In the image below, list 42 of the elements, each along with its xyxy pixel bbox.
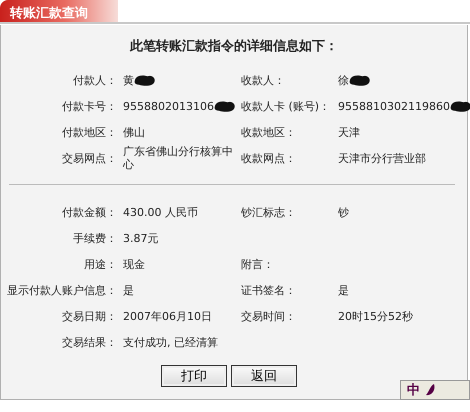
field-value: 支付成功, 已经清算 [123, 336, 218, 348]
ime-mode[interactable]: 中 [407, 381, 420, 399]
panel-heading: 此笔转账汇款指令的详细信息如下： [128, 38, 339, 55]
field-label: 交易网点： [61, 152, 118, 164]
field-value: 钞 [338, 206, 349, 218]
field-value: 是 [338, 284, 349, 296]
field-label: 交易结果： [61, 336, 118, 348]
field-label: 收款网点： [240, 152, 297, 164]
field-value: 天津市分行营业部 [338, 152, 426, 164]
field-label: 手续费： [72, 232, 118, 244]
field-label: 付款人： [72, 74, 118, 86]
field-label: 用途： [83, 258, 118, 270]
field-label: 显示付款人账户信息： [6, 284, 118, 296]
field-value: 广东省佛山分行核算中心 [123, 145, 234, 171]
field-value: 20时15分52秒 [338, 310, 413, 322]
field-value: 黄 [123, 74, 134, 86]
field-label: 交易日期： [61, 310, 118, 322]
field-value: 430.00 人民币 [123, 206, 198, 218]
field-value: 佛山 [123, 126, 145, 138]
moon-icon [426, 384, 436, 396]
field-value: 是 [123, 284, 134, 296]
field-value: 9558810302119860 [338, 100, 450, 112]
field-value: 9558802013106 [123, 100, 214, 112]
field-label: 收款人卡 (账号)： [240, 100, 332, 112]
field-value: 天津 [338, 126, 360, 138]
field-value: 徐 [338, 74, 349, 86]
action-button[interactable]: 返回 [231, 365, 297, 387]
field-label: 付款金额： [61, 206, 118, 218]
page-tab[interactable]: 转账汇款查询 [0, 0, 118, 22]
field-label: 证书签名： [240, 284, 297, 296]
field-label: 收款人： [240, 74, 286, 86]
field-label: 钞汇标志： [240, 206, 297, 218]
field-label: 付款卡号： [61, 100, 118, 112]
field-value: 2007年06月10日 [123, 310, 212, 322]
field-label: 交易时间： [240, 310, 297, 322]
field-label: 收款地区： [240, 126, 297, 138]
action-button[interactable]: 打印 [161, 365, 227, 387]
ime-status-bar[interactable]: 中 [400, 380, 470, 400]
field-label: 附言： [240, 258, 275, 270]
field-value: 3.87元 [123, 232, 158, 244]
field-label: 付款地区： [61, 126, 118, 138]
field-value: 现金 [123, 258, 145, 270]
